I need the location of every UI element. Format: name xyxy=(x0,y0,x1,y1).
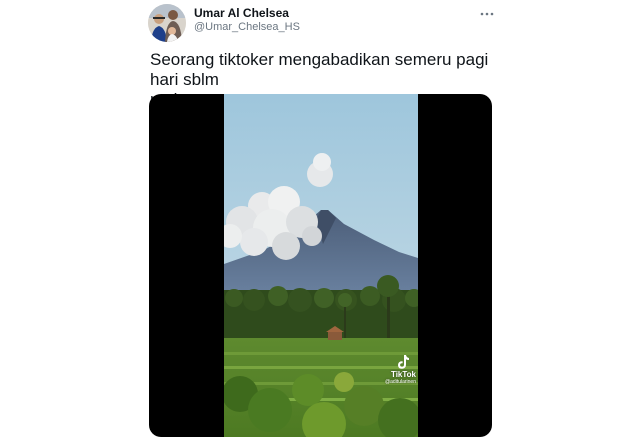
tiktok-brand: TikTok xyxy=(390,370,416,379)
tiktok-watermark: TikTok @aditularinen xyxy=(385,354,416,385)
media-video[interactable]: TikTok @aditularinen xyxy=(149,94,492,437)
video-frame: TikTok @aditularinen xyxy=(224,94,418,437)
more-options-button[interactable] xyxy=(476,6,498,22)
author-handle[interactable]: @Umar_Chelsea_HS xyxy=(194,21,300,33)
tiktok-logo-icon xyxy=(398,355,410,369)
video-still xyxy=(224,94,418,437)
more-horizontal-icon xyxy=(480,12,494,16)
author-name[interactable]: Umar Al Chelsea xyxy=(194,6,289,20)
tiktok-username: @aditularinen xyxy=(385,379,416,385)
avatar-image xyxy=(148,4,186,42)
tweet: Umar Al Chelsea @Umar_Chelsea_HS Seorang… xyxy=(0,0,640,446)
avatar[interactable] xyxy=(148,4,186,42)
